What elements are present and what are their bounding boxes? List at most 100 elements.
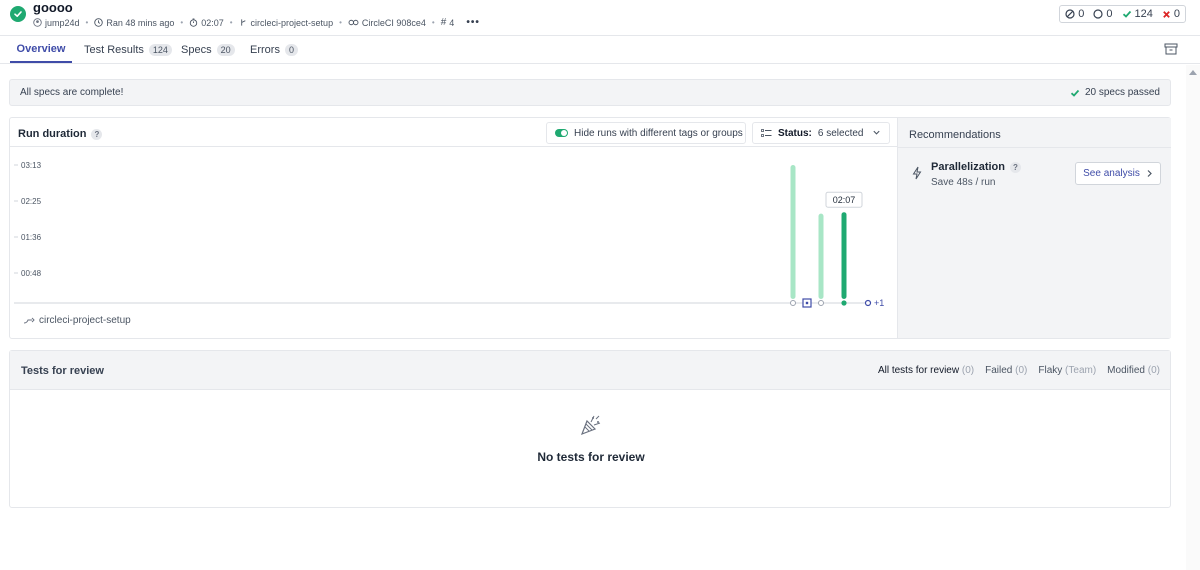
tab-test-results[interactable]: Test Results 124	[84, 37, 172, 63]
filter-all[interactable]: All tests for review (0)	[878, 365, 974, 376]
ran-time: Ran 48 mins ago	[94, 18, 174, 28]
tab-count-badge: 124	[148, 44, 172, 56]
overflow-label: +1	[874, 298, 884, 308]
run-number: # 4	[441, 17, 455, 28]
specs-passed-label: 20 specs passed	[1084, 87, 1160, 98]
failed-count: 0	[1162, 8, 1180, 20]
tab-count-badge: 20	[216, 44, 235, 56]
see-analysis-button[interactable]: See analysis	[1075, 162, 1161, 185]
run-title: goooo	[33, 0, 73, 15]
passed-count: 124	[1122, 8, 1153, 20]
skipped-count-value: 0	[1078, 8, 1085, 20]
branch-name: circleci-project-setup	[250, 17, 334, 28]
filter-label: All tests for review	[877, 365, 960, 376]
tab-errors[interactable]: Errors 0	[250, 37, 298, 63]
tab-label: Test Results	[84, 44, 144, 56]
run-duration-header: Run duration ? Hide runs with different …	[10, 118, 897, 147]
run-duration-card: Run duration ? Hide runs with different …	[9, 117, 1171, 339]
toggle-switch-icon	[555, 129, 568, 137]
help-icon[interactable]: ?	[91, 128, 103, 140]
tab-overview[interactable]: Overview	[10, 37, 72, 63]
failed-count-value: 0	[1173, 8, 1180, 20]
list-filter-icon	[761, 128, 772, 137]
y-tick-label: 02:25	[21, 197, 42, 206]
ci-label: CircleCI 908ce4	[361, 17, 426, 28]
run-meta: jump24d • Ran 48 mins ago • 02:07 • circ…	[33, 17, 480, 28]
banner-message: All specs are complete!	[20, 87, 124, 98]
pending-count-value: 0	[1106, 8, 1113, 20]
filter-label: Failed	[985, 365, 1013, 376]
run-number-value: 4	[449, 17, 455, 28]
duration-bar	[790, 165, 796, 299]
recommendations-panel: Recommendations Parallelization ? Save 4…	[897, 118, 1171, 338]
filter-label: Flaky	[1038, 365, 1063, 376]
run-duration-title: Run duration ?	[18, 128, 103, 140]
stopwatch-icon	[190, 18, 198, 27]
run-duration-chart: 03:13 02:25 01:36 00:48 +1 02:07	[14, 161, 884, 308]
scrollbar[interactable]	[1186, 65, 1200, 570]
separator: •	[229, 18, 233, 27]
recommendations-title: Recommendations	[898, 118, 1171, 148]
filter-count: (0)	[1015, 365, 1028, 376]
author[interactable]: jump24d	[33, 18, 80, 28]
filter-failed[interactable]: Failed (0)	[985, 365, 1027, 376]
empty-state-text: No tests for review	[537, 450, 645, 464]
hide-runs-label: Hide runs with different tags or groups	[574, 127, 743, 139]
tests-for-review-title: Tests for review	[21, 365, 104, 377]
more-options-button[interactable]: •••	[466, 17, 480, 28]
passed-status-icon	[10, 6, 26, 22]
lightning-icon	[912, 166, 922, 180]
separator: •	[180, 18, 184, 27]
chevron-right-icon	[1147, 170, 1152, 177]
result-counts[interactable]: 0 0 124 0	[1059, 5, 1186, 23]
duration-bar	[818, 213, 824, 299]
skipped-count: 0	[1065, 8, 1084, 20]
recommendation-title-text: Parallelization	[931, 161, 1005, 173]
run-duration-label: 02:07	[201, 17, 224, 28]
help-icon[interactable]: ?	[1009, 161, 1021, 173]
status-value: 6 selected	[817, 127, 864, 139]
check-icon	[1122, 10, 1131, 18]
duration-bar	[841, 212, 847, 299]
recommendation-subtitle: Save 48s / run	[931, 177, 996, 188]
filter-count: (0)	[1147, 365, 1160, 376]
passed-count-value: 124	[1134, 8, 1153, 20]
selected-run-dot	[805, 301, 809, 305]
recommendation-title: Parallelization ?	[931, 161, 1021, 173]
author-name: jump24d	[45, 17, 80, 28]
review-filters: All tests for review (0) Failed (0) Flak…	[878, 365, 1160, 376]
branch-icon	[240, 19, 246, 26]
tab-specs[interactable]: Specs 20	[181, 37, 235, 63]
status-label: Status:	[778, 127, 812, 139]
tab-count-badge: 0	[284, 44, 298, 56]
filter-label: Modified	[1107, 365, 1145, 376]
separator: •	[85, 18, 89, 27]
hide-runs-toggle[interactable]: Hide runs with different tags or groups	[546, 122, 746, 144]
party-popper-icon	[580, 415, 601, 436]
hash-icon: #	[440, 17, 447, 28]
run-header: goooo jump24d • Ran 48 mins ago • 02:07 …	[0, 0, 1200, 36]
filter-count: (Team)	[1065, 365, 1097, 376]
tests-for-review-card: Tests for review All tests for review (0…	[9, 350, 1171, 508]
status-filter-select[interactable]: Status: 6 selected	[752, 122, 890, 144]
pending-count: 0	[1093, 8, 1113, 20]
y-tick-label: 01:36	[21, 233, 42, 242]
parallelization-recommendation: Parallelization ? Save 48s / run	[912, 161, 1021, 188]
run-marker	[790, 300, 796, 306]
chevron-down-icon	[873, 130, 880, 135]
tab-bar: Overview Test Results 124 Specs 20 Error…	[0, 37, 1200, 64]
archive-icon[interactable]	[1164, 43, 1178, 55]
run-marker	[818, 300, 824, 306]
scroll-up-arrow-icon[interactable]	[1189, 70, 1197, 75]
duration-tooltip-label: 02:07	[833, 195, 856, 205]
ci-link[interactable]: CircleCI 908ce4	[348, 18, 426, 28]
tab-label: Overview	[16, 43, 66, 55]
filter-flaky[interactable]: Flaky (Team)	[1038, 365, 1096, 376]
branch-link[interactable]: circleci-project-setup	[239, 17, 334, 28]
filter-count: (0)	[961, 365, 975, 376]
specs-passed-summary: 20 specs passed	[1070, 87, 1160, 98]
tab-label: Errors	[250, 44, 280, 56]
empty-state: No tests for review	[10, 413, 1172, 464]
filter-modified[interactable]: Modified (0)	[1107, 365, 1160, 376]
see-analysis-label: See analysis	[1083, 168, 1140, 179]
